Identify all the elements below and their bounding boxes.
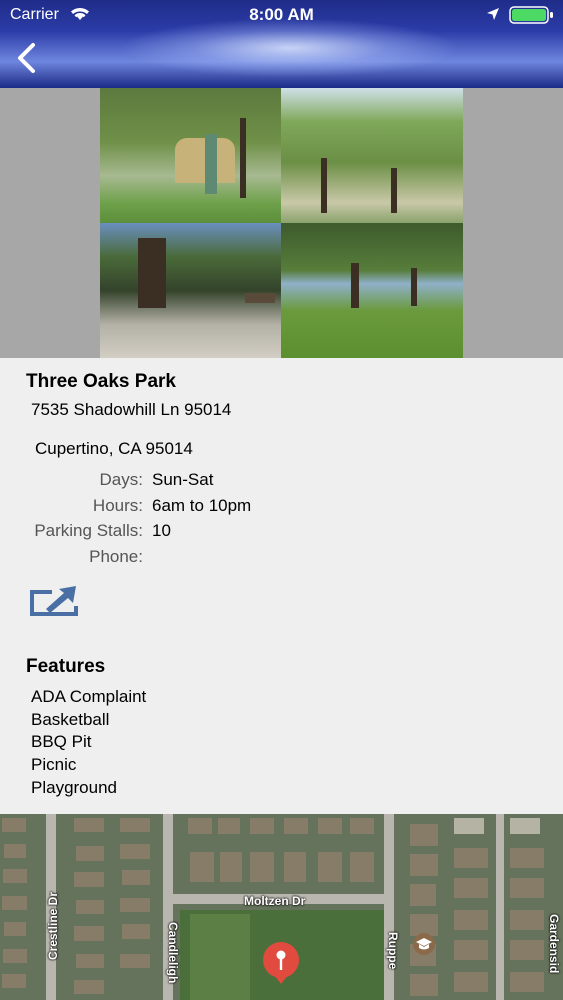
parking-stalls-label: Parking Stalls: xyxy=(34,521,143,540)
feature-item: Playground xyxy=(31,777,118,797)
street-label-gardenside: Gardensid xyxy=(547,914,561,974)
map-pin-icon[interactable] xyxy=(262,941,300,985)
battery-icon xyxy=(509,6,553,24)
address-line2: Cupertino, CA 95014 xyxy=(35,439,193,458)
park-photo-shade xyxy=(100,223,281,358)
street-label-candlelight: Candleligh xyxy=(166,922,180,984)
park-photo-gallery[interactable] xyxy=(100,88,463,358)
feature-item: BBQ Pit xyxy=(31,732,92,752)
features-heading: Features xyxy=(26,656,106,677)
street-label-moltzen: Moltzen Dr xyxy=(244,894,306,908)
park-photo-trees xyxy=(281,88,463,223)
park-name: Three Oaks Park xyxy=(26,371,176,392)
days-label: Days: xyxy=(99,470,143,489)
feature-item: Basketball xyxy=(31,709,110,729)
park-photo-lawn xyxy=(281,223,463,358)
location-arrow-icon xyxy=(487,8,499,20)
hours-value: 6am to 10pm xyxy=(152,496,252,515)
navigation-bar: Carrier 8:00 AM xyxy=(0,0,563,88)
parking-stalls-value: 10 xyxy=(152,521,171,540)
back-chevron-icon[interactable] xyxy=(14,42,38,74)
address-line1: 7535 Shadowhill Ln 95014 xyxy=(31,400,232,419)
feature-item: ADA Complaint xyxy=(31,687,147,706)
days-value: Sun-Sat xyxy=(152,470,214,489)
park-photo-playground xyxy=(100,88,281,223)
phone-label: Phone: xyxy=(89,547,143,566)
school-poi-icon[interactable] xyxy=(412,932,436,956)
status-bar: Carrier 8:00 AM xyxy=(0,0,563,30)
hours-label: Hours: xyxy=(92,496,143,515)
feature-item: Picnic xyxy=(31,755,77,775)
clock: 8:00 AM xyxy=(249,5,314,24)
street-label-ruppe: Ruppe xyxy=(386,932,400,970)
share-icon[interactable] xyxy=(28,582,82,622)
features-list: ADA Complaint Basketball BBQ Pit Picnic … xyxy=(31,686,146,800)
street-label-crestline: Crestline Dr xyxy=(46,891,60,960)
